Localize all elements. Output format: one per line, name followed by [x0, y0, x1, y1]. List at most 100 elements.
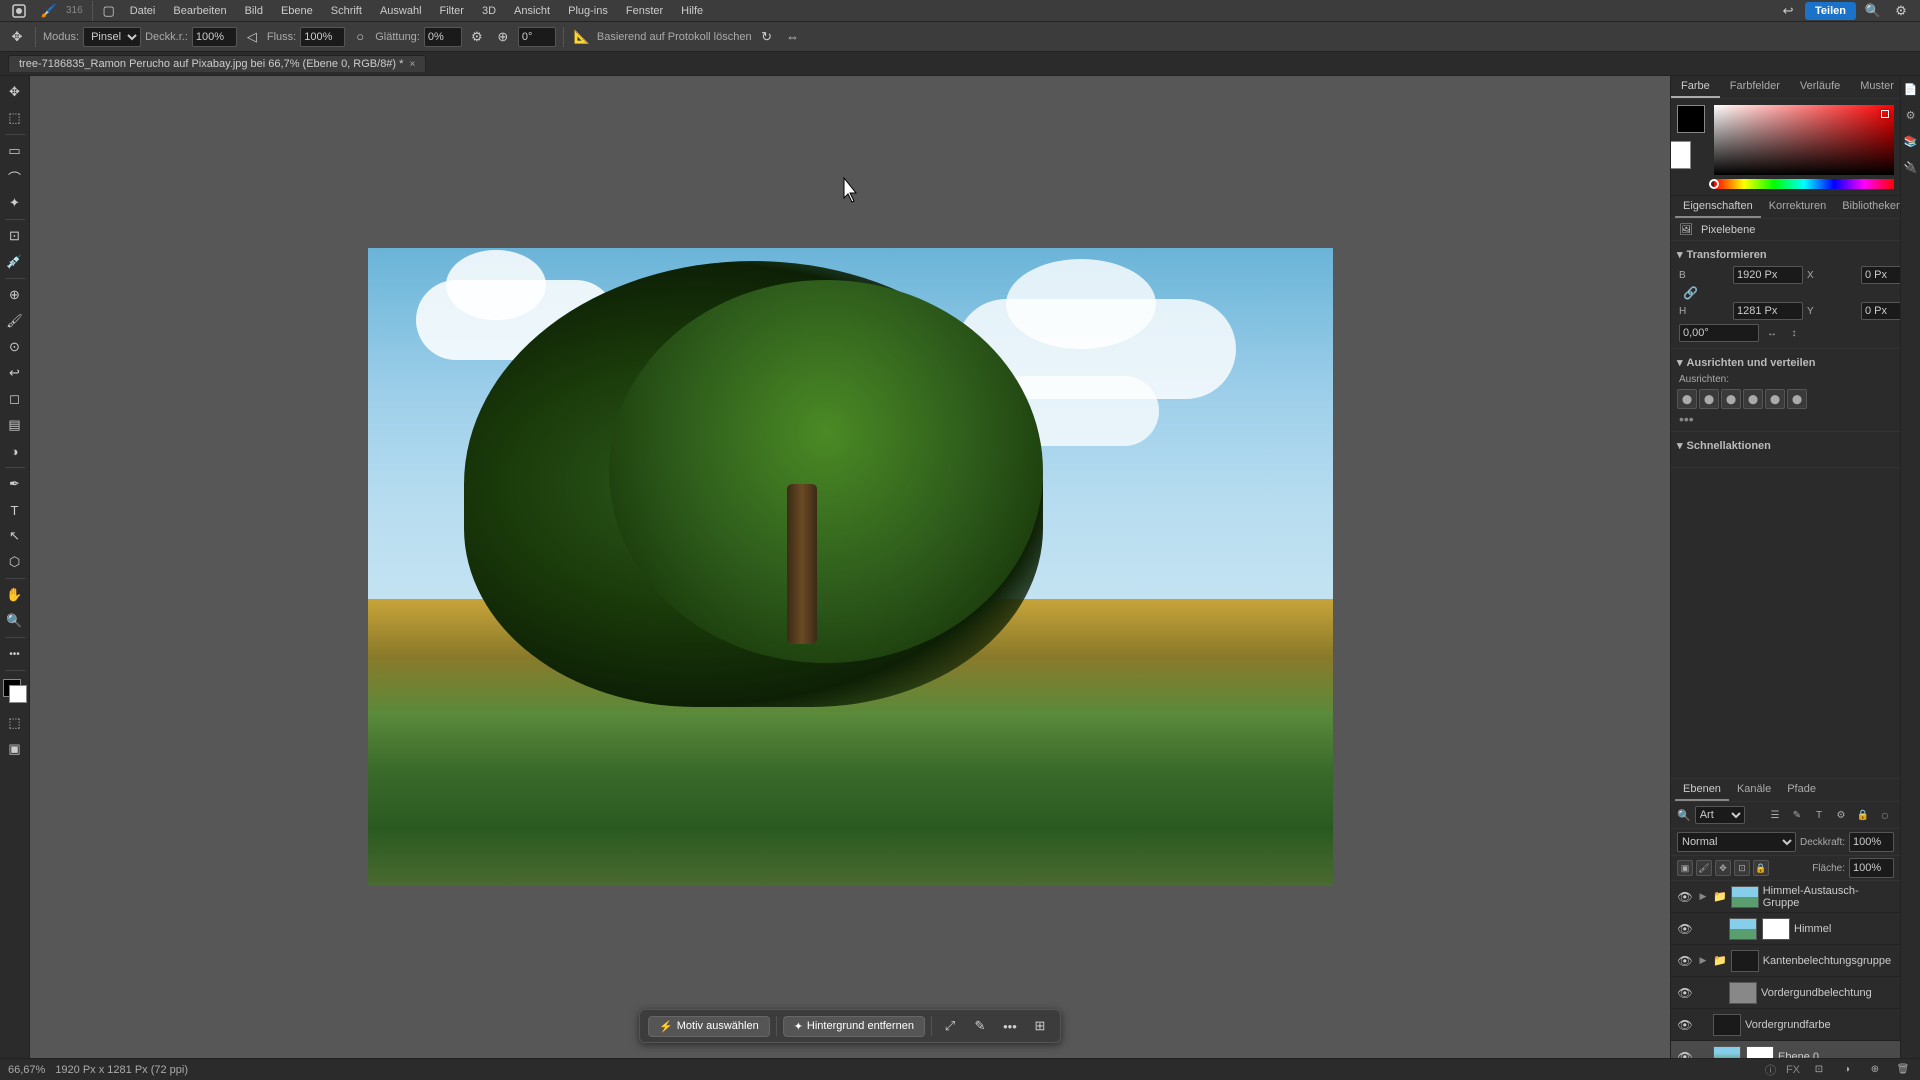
adjustments-icon[interactable]: ⚙ — [1902, 106, 1920, 124]
share-button[interactable]: Teilen — [1805, 2, 1856, 20]
magic-wand-btn[interactable]: ✦ — [3, 191, 27, 215]
flip-h-icon[interactable]: ↔ — [1763, 324, 1781, 342]
ausrichten-header[interactable]: ▾ Ausrichten und verteilen — [1671, 353, 1900, 372]
status-btn-3[interactable]: ⊕ — [1866, 1061, 1884, 1079]
menu-item-ebene[interactable]: Ebene — [273, 3, 321, 19]
background-swatch[interactable] — [1670, 141, 1691, 169]
tool-icon-1[interactable]: ▢ — [98, 0, 120, 22]
menu-item-bild[interactable]: Bild — [237, 3, 271, 19]
menu-item-schrift[interactable]: Schrift — [323, 3, 370, 19]
layer-item[interactable]: 👁 Ebene 0 — [1671, 1041, 1900, 1058]
eraser-btn[interactable]: ◻ — [3, 387, 27, 411]
fill-input[interactable] — [1849, 858, 1894, 878]
tab-verlaeufe[interactable]: Verläufe — [1790, 76, 1850, 98]
edit-icon-btn[interactable]: ✎ — [968, 1014, 992, 1038]
menu-item-plug-ins[interactable]: Plug-ins — [560, 3, 616, 19]
glattung-input[interactable] — [424, 27, 462, 47]
menu-item-datei[interactable]: Datei — [122, 3, 164, 19]
layers-filter-toggle[interactable]: ○ — [1876, 806, 1894, 824]
menu-item-ansicht[interactable]: Ansicht — [506, 3, 558, 19]
align-top-btn[interactable]: ⬤ — [1743, 389, 1763, 409]
layer-vis-0[interactable]: 👁 — [1677, 889, 1693, 905]
hintergrund-entfernen-button[interactable]: ✦ Hintergrund entfernen — [783, 1016, 925, 1037]
flip-icon[interactable]: ⇔ — [782, 26, 804, 48]
tab-close-button[interactable]: × — [409, 59, 415, 70]
x-input[interactable] — [1861, 266, 1900, 284]
status-btn-1[interactable]: ⊡ — [1810, 1061, 1828, 1079]
history-icon[interactable]: ↩ — [1777, 0, 1799, 22]
deckkraft-input[interactable] — [192, 27, 237, 47]
hue-slider[interactable] — [1714, 179, 1894, 189]
b-input[interactable] — [1733, 266, 1803, 284]
brush-tool-icon[interactable]: 🖌️ — [38, 0, 60, 22]
menu-item-3d[interactable]: 3D — [474, 3, 504, 19]
layers-icon-1[interactable]: ☰ — [1766, 806, 1784, 824]
menu-item-filter[interactable]: Filter — [432, 3, 472, 19]
deckkraft-slider-icon[interactable]: ◁ — [241, 26, 263, 48]
plugins-icon[interactable]: 🔌 — [1902, 158, 1920, 176]
grid-icon-btn[interactable]: ⊞ — [1028, 1014, 1052, 1038]
layer-item[interactable]: 👁 Vordergundbelechtung — [1671, 977, 1900, 1009]
layer-vis-3[interactable]: 👁 — [1677, 985, 1693, 1001]
tab-muster[interactable]: Muster — [1850, 76, 1900, 98]
align-center-h-btn[interactable]: ⬤ — [1699, 389, 1719, 409]
layer-vis-2[interactable]: 👁 — [1677, 953, 1693, 969]
settings-icon[interactable]: ⚙ — [1890, 0, 1912, 22]
more-align-btn[interactable]: ••• — [1671, 411, 1900, 427]
lock-position-btn[interactable]: ✥ — [1715, 860, 1731, 876]
lock-transparent-btn[interactable]: ▣ — [1677, 860, 1693, 876]
layer-item[interactable]: 👁 ▶ 📁 Kantenbelechtungsgruppe — [1671, 945, 1900, 977]
pen-tool-btn[interactable]: ✒ — [3, 472, 27, 496]
airbrush-icon[interactable]: ○ — [349, 26, 371, 48]
align-middle-v-btn[interactable]: ⬤ — [1765, 389, 1785, 409]
more-options-btn[interactable]: ••• — [998, 1014, 1022, 1038]
zoom-tool-btn[interactable]: 🔍 — [3, 609, 27, 633]
align-left-btn[interactable]: ⬤ — [1677, 389, 1697, 409]
lasso-tool-btn[interactable]: ⌒ — [3, 165, 27, 189]
layer-vis-1[interactable]: 👁 — [1677, 921, 1693, 937]
ruler-icon[interactable]: 📐 — [571, 26, 593, 48]
layer-vis-5[interactable]: 👁 — [1677, 1049, 1693, 1059]
transform-icon-btn[interactable]: ⤢ — [938, 1014, 962, 1038]
spot-heal-btn[interactable]: ⊕ — [3, 283, 27, 307]
layers-icon-4[interactable]: ⚙ — [1832, 806, 1850, 824]
transformieren-header[interactable]: ▾ Transformieren — [1671, 245, 1900, 264]
tab-kanaele[interactable]: Kanäle — [1729, 779, 1779, 801]
hand-tool-btn[interactable]: ✋ — [3, 583, 27, 607]
layer-vis-4[interactable]: 👁 — [1677, 1017, 1693, 1033]
crop-tool-btn[interactable]: ⊡ — [3, 224, 27, 248]
move-tool-btn[interactable]: ✥ — [3, 80, 27, 104]
status-btn-4[interactable]: 🗑 — [1894, 1061, 1912, 1079]
chain-link-icon[interactable]: 🔗 — [1679, 286, 1702, 300]
marquee-tool-btn[interactable]: ▭ — [3, 139, 27, 163]
layers-icon-5[interactable]: 🔒 — [1854, 806, 1872, 824]
menu-item-fenster[interactable]: Fenster — [618, 3, 671, 19]
align-bottom-btn[interactable]: ⬤ — [1787, 389, 1807, 409]
menu-item-hilfe[interactable]: Hilfe — [673, 3, 711, 19]
eyedropper-btn[interactable]: 💉 — [3, 250, 27, 274]
layer-expand-1[interactable] — [1713, 923, 1725, 935]
search-button[interactable]: 🔍 — [1862, 0, 1884, 22]
color-gradient-picker[interactable] — [1714, 105, 1894, 175]
tab-ebenen[interactable]: Ebenen — [1675, 779, 1729, 801]
rotate-icon[interactable]: ↻ — [756, 26, 778, 48]
layers-icon-3[interactable]: T — [1810, 806, 1828, 824]
fluss-input[interactable] — [300, 27, 345, 47]
tab-eigenschaften[interactable]: Eigenschaften — [1675, 196, 1761, 218]
modus-select[interactable]: Pinsel — [83, 27, 141, 47]
artboard-tool-btn[interactable]: ⬚ — [3, 106, 27, 130]
canvas-area[interactable]: ⚡ Motiv auswählen ✦ Hintergrund entferne… — [30, 76, 1670, 1058]
layer-item[interactable]: 👁 Himmel — [1671, 913, 1900, 945]
more-tools-btn[interactable]: ••• — [3, 642, 27, 666]
angle-input[interactable] — [518, 27, 556, 47]
layer-item[interactable]: 👁 ▶ 📁 Himmel-Austausch-Gruppe — [1671, 881, 1900, 913]
y-input[interactable] — [1861, 302, 1900, 320]
angle-icon[interactable]: ⊕ — [492, 26, 514, 48]
glattung-options[interactable]: ⚙ — [466, 26, 488, 48]
layer-expand-4[interactable] — [1697, 1019, 1709, 1031]
layer-expand-0[interactable]: ▶ — [1697, 891, 1709, 903]
dodge-btn[interactable]: ◑ — [3, 439, 27, 463]
status-btn-2[interactable]: ◑ — [1838, 1061, 1856, 1079]
history-panel-icon[interactable]: 📄 — [1902, 80, 1920, 98]
motiv-auswaehlen-button[interactable]: ⚡ Motiv auswählen — [648, 1016, 770, 1037]
